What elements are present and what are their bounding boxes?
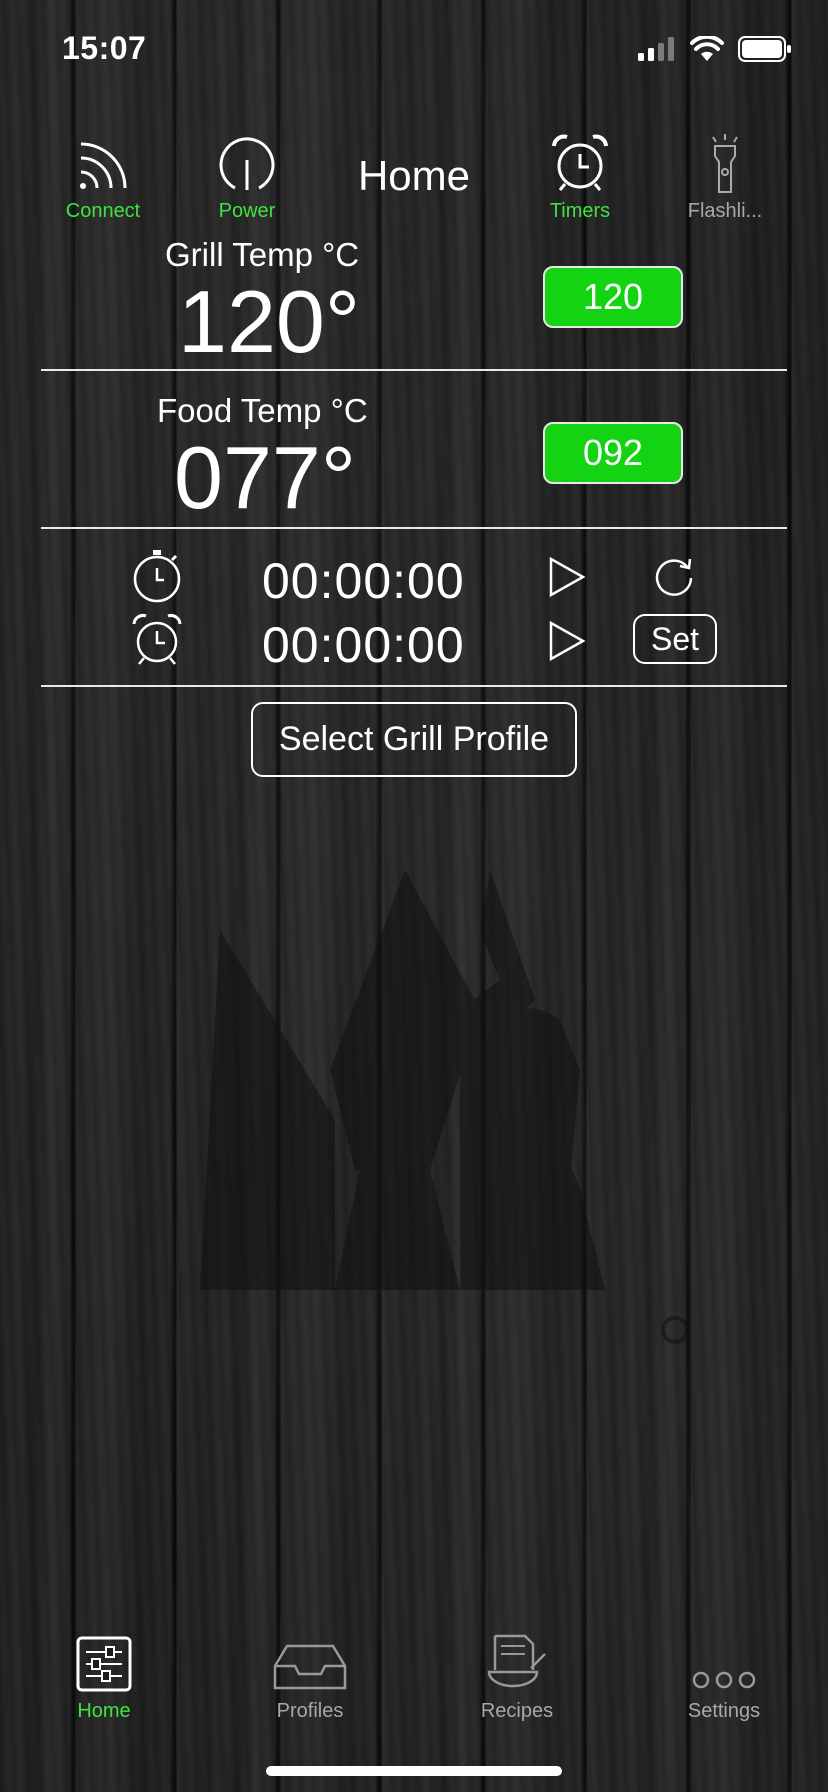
nav-connect-button[interactable]: Connect bbox=[43, 128, 163, 223]
alarm-set-button[interactable]: Set bbox=[633, 614, 717, 664]
food-temp-label: Food Temp °C bbox=[157, 392, 368, 429]
nav-timers-button[interactable]: Timers bbox=[520, 128, 640, 223]
alarm-play-icon[interactable] bbox=[548, 620, 586, 662]
top-nav: Connect Power Home Timers Flashli... bbox=[0, 128, 828, 228]
tab-profiles[interactable]: Profiles bbox=[240, 1630, 380, 1723]
divider bbox=[41, 369, 787, 371]
stopwatch-reset-icon[interactable] bbox=[652, 554, 696, 598]
tray-icon bbox=[273, 1644, 347, 1690]
status-icons bbox=[638, 36, 792, 62]
home-indicator[interactable] bbox=[266, 1766, 562, 1776]
more-dots-icon bbox=[692, 1671, 756, 1689]
status-bar: 15:07 bbox=[0, 0, 828, 100]
food-setpoint-button[interactable]: 092 bbox=[543, 422, 683, 484]
nav-connect-label: Connect bbox=[65, 200, 141, 222]
wifi-signal-icon bbox=[80, 142, 127, 189]
divider bbox=[41, 527, 787, 529]
alarm-timer-value: 00:00:00 bbox=[262, 617, 465, 673]
wifi-status-icon bbox=[690, 36, 724, 61]
power-icon bbox=[219, 137, 275, 190]
stopwatch-play-icon[interactable] bbox=[548, 556, 586, 598]
grill-temp-value: 120° bbox=[178, 272, 361, 371]
nav-flashlight-button[interactable]: Flashli... bbox=[665, 128, 785, 223]
tab-home-label: Home bbox=[77, 1700, 131, 1722]
tab-recipes[interactable]: Recipes bbox=[447, 1630, 587, 1723]
stopwatch-row: 00:00:00 bbox=[0, 548, 828, 609]
nav-flashlight-label: Flashli... bbox=[687, 200, 763, 222]
sliders-icon bbox=[76, 1636, 132, 1692]
nav-timers-label: Timers bbox=[549, 200, 611, 222]
cellular-signal-icon bbox=[638, 37, 674, 61]
divider bbox=[41, 685, 787, 687]
tab-home[interactable]: Home bbox=[34, 1630, 174, 1723]
status-time: 15:07 bbox=[62, 30, 147, 66]
recipe-book-icon bbox=[487, 1634, 546, 1688]
grill-temp-label: Grill Temp °C bbox=[165, 236, 360, 273]
stopwatch-value: 00:00:00 bbox=[262, 553, 465, 609]
flashlight-icon bbox=[712, 134, 738, 193]
nav-power-button[interactable]: Power bbox=[187, 128, 307, 223]
grill-setpoint-button[interactable]: 120 bbox=[543, 266, 683, 328]
alarm-clock-icon bbox=[132, 614, 182, 665]
page-title: Home bbox=[357, 152, 471, 199]
tab-recipes-label: Recipes bbox=[480, 1700, 554, 1722]
alarm-timer-row: 00:00:00 Set bbox=[0, 612, 828, 673]
select-grill-profile-button[interactable]: Select Grill Profile bbox=[251, 702, 577, 777]
tab-bar: Home Profiles Recipes Settings bbox=[0, 1630, 828, 1730]
alarm-clock-icon bbox=[552, 134, 608, 191]
brand-logo-watermark bbox=[200, 870, 689, 1344]
battery-icon bbox=[738, 36, 791, 62]
tab-profiles-label: Profiles bbox=[276, 1700, 344, 1722]
food-temp-value: 077° bbox=[174, 428, 357, 527]
stopwatch-icon bbox=[133, 550, 181, 603]
tab-settings-label: Settings bbox=[687, 1700, 761, 1722]
tab-settings[interactable]: Settings bbox=[654, 1630, 794, 1723]
nav-power-label: Power bbox=[218, 200, 276, 222]
